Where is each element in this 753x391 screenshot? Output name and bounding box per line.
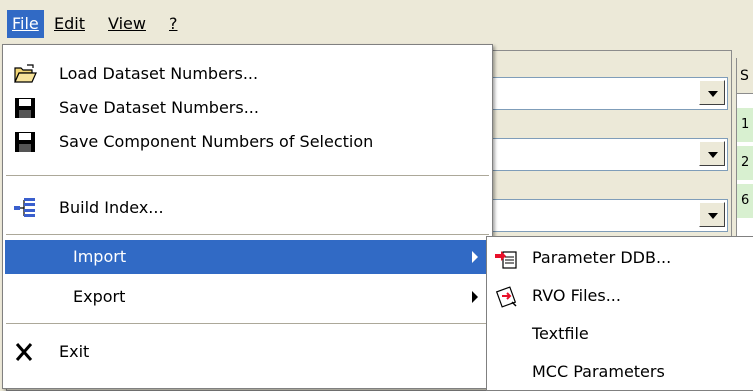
menu-file[interactable]: File — [7, 10, 44, 38]
file-menu: Load Dataset Numbers... Save Dataset Num… — [2, 44, 493, 389]
submenu-item-label: MCC Parameters — [532, 362, 665, 381]
menu-item-label: Load Dataset Numbers... — [59, 64, 259, 83]
tree-index-icon — [13, 197, 37, 219]
combobox-1-dropdown-button[interactable] — [699, 80, 725, 105]
menu-help-label: ? — [169, 14, 178, 33]
results-table-cell[interactable]: 2 — [737, 146, 753, 180]
menu-item-label: Import — [73, 247, 127, 266]
submenu-item-rvo-files[interactable]: RVO Files... — [489, 277, 752, 314]
menu-separator — [6, 323, 489, 324]
results-table-cell[interactable]: 1 — [737, 108, 753, 142]
menu-separator — [6, 175, 489, 176]
submenu-item-label: Textfile — [532, 324, 589, 343]
import-document-icon — [494, 246, 518, 269]
menu-item-export[interactable]: Export — [5, 280, 490, 314]
combobox-3-dropdown-button[interactable] — [699, 202, 725, 227]
menu-item-label: Build Index... — [59, 198, 164, 217]
menu-item-save-dataset-numbers[interactable]: Save Dataset Numbers... — [5, 91, 490, 125]
menu-edit-label: Edit — [54, 14, 85, 33]
submenu-item-parameter-ddb[interactable]: Parameter DDB... — [489, 239, 752, 276]
floppy-disk-icon — [13, 131, 37, 153]
floppy-disk-icon — [13, 97, 37, 119]
combobox-3[interactable] — [490, 199, 728, 232]
results-table-header[interactable]: S — [737, 58, 753, 94]
close-x-icon — [13, 341, 37, 363]
submenu-item-label: Parameter DDB... — [532, 248, 672, 267]
submenu-item-textfile[interactable]: Textfile — [489, 315, 752, 352]
menu-item-import[interactable]: Import — [5, 240, 490, 274]
combobox-1[interactable] — [490, 77, 728, 110]
menu-view-label: View — [108, 14, 146, 33]
menu-edit[interactable]: Edit — [49, 10, 90, 38]
menu-bar: File Edit View ? — [0, 0, 753, 44]
menu-item-build-index[interactable]: Build Index... — [5, 191, 490, 225]
open-folder-icon — [13, 63, 37, 85]
results-table-cell[interactable]: 6 — [737, 184, 753, 218]
submenu-item-label: RVO Files... — [532, 286, 621, 305]
submenu-item-mcc-parameters[interactable]: MCC Parameters — [489, 353, 752, 390]
import-submenu: Parameter DDB... RVO Files... Textfile M… — [486, 236, 753, 391]
menu-view[interactable]: View — [103, 10, 151, 38]
menu-item-label: Save Component Numbers of Selection — [59, 132, 374, 151]
rvo-files-icon — [494, 284, 518, 308]
combobox-2-dropdown-button[interactable] — [699, 141, 725, 166]
menu-file-label: File — [12, 14, 39, 33]
menu-item-label: Save Dataset Numbers... — [59, 98, 259, 117]
menu-separator — [6, 234, 489, 235]
menu-item-label: Exit — [59, 342, 90, 361]
submenu-arrow-icon — [472, 291, 478, 303]
menu-item-load-dataset-numbers[interactable]: Load Dataset Numbers... — [5, 57, 490, 91]
menu-item-label: Export — [73, 287, 126, 306]
menu-item-save-component-numbers[interactable]: Save Component Numbers of Selection — [5, 125, 490, 159]
combobox-2[interactable] — [490, 138, 728, 171]
menu-help[interactable]: ? — [164, 10, 183, 38]
submenu-arrow-icon — [472, 251, 478, 263]
menu-item-exit[interactable]: Exit — [5, 335, 490, 369]
